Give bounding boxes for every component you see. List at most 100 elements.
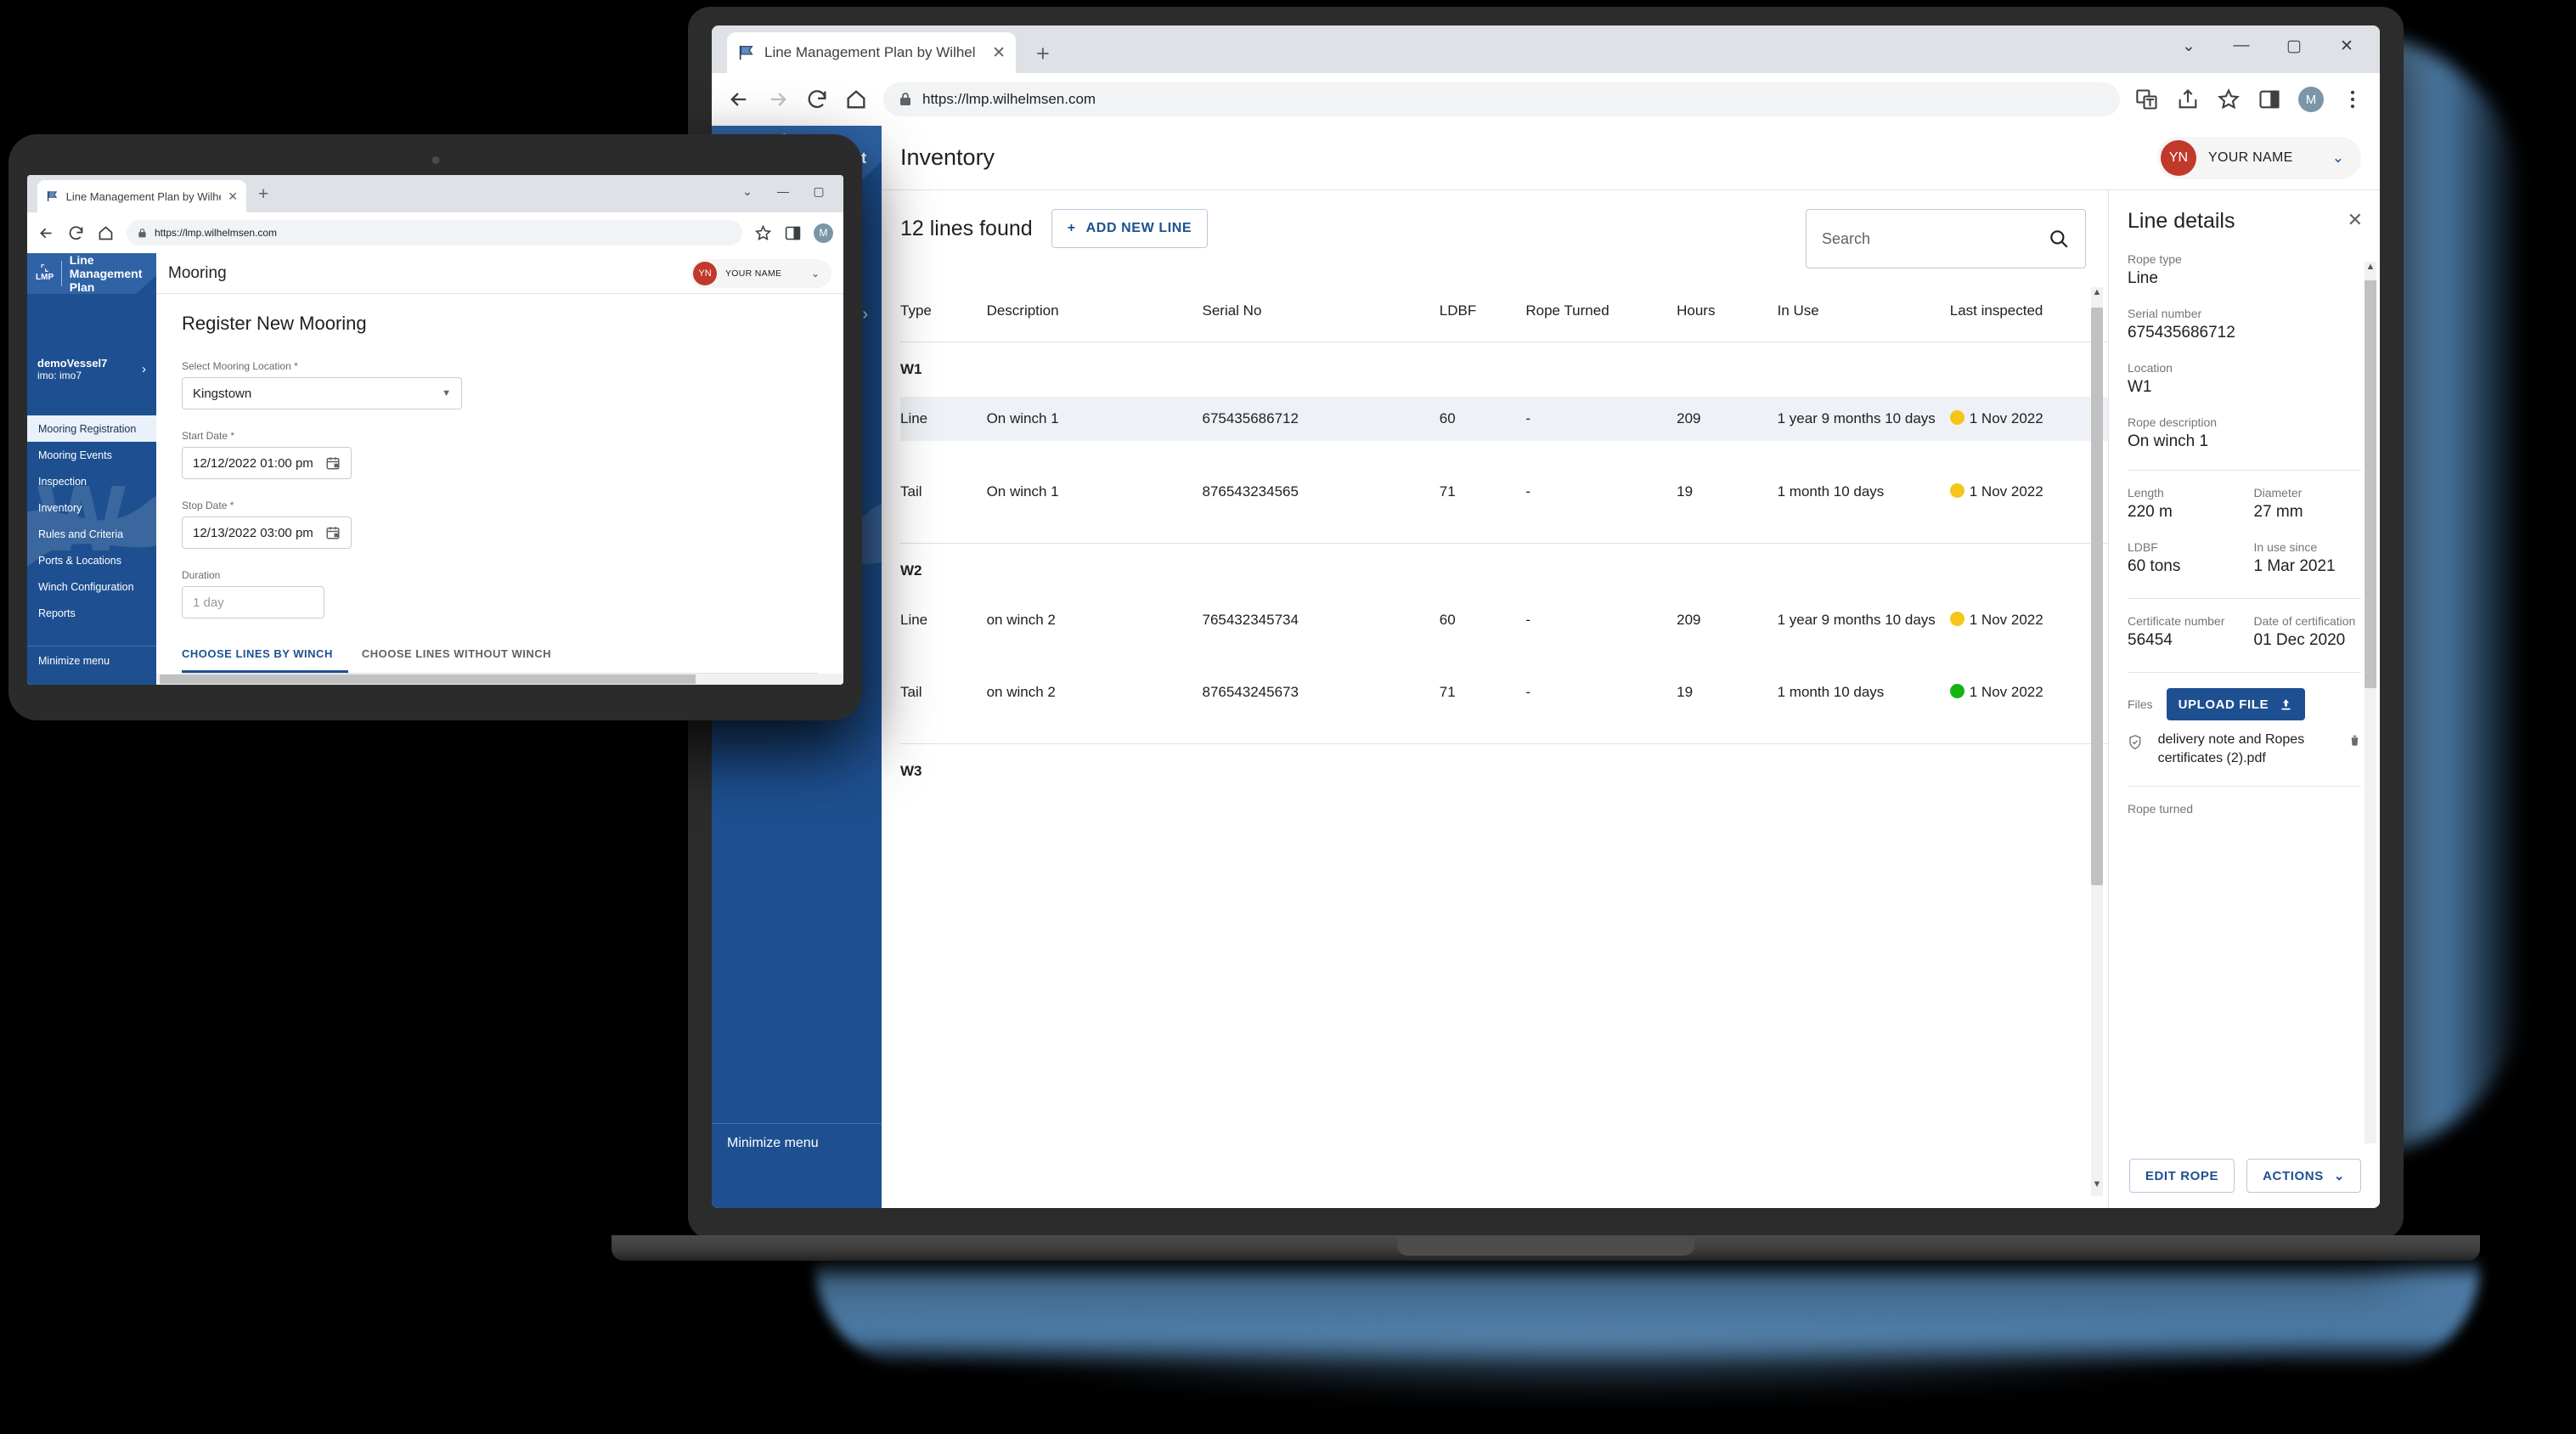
table-row[interactable]: Line On winch 1 675435686712 60 - 209 1 …	[900, 397, 2108, 441]
share-icon[interactable]	[2176, 88, 2200, 111]
user-menu[interactable]: YN YOUR NAME ⌄	[691, 258, 831, 288]
col-description: Description	[986, 302, 1059, 319]
details-scrollbar[interactable]: ▲ ▼	[2365, 262, 2376, 1194]
minimize-menu-button[interactable]: Minimize menu	[712, 1123, 882, 1162]
window-more-icon[interactable]: ⌄	[730, 184, 765, 199]
tab-choose-lines-without-winch[interactable]: CHOOSE LINES WITHOUT WINCH	[348, 639, 563, 673]
scroll-up-arrow-icon[interactable]: ▲	[2365, 262, 2376, 277]
window-more-icon[interactable]: ⌄	[2162, 37, 2215, 56]
scrollbar-thumb[interactable]	[2365, 280, 2376, 688]
bookmark-star-icon[interactable]	[2217, 88, 2241, 111]
close-icon[interactable]: ✕	[2348, 209, 2363, 231]
address-bar[interactable]: https://lmp.wilhelmsen.com	[883, 82, 2120, 116]
tablet-sidebar-brand[interactable]: ⌜⌞ LMP Line Management Plan	[27, 253, 156, 294]
laptop-device: Line Management Plan by Wilhel ✕ + ⌄ — ▢…	[612, 7, 2480, 1261]
tablet-horizontal-scrollbar[interactable]	[156, 674, 843, 685]
user-menu[interactable]: YN YOUR NAME ⌄	[2157, 136, 2361, 179]
calendar-icon[interactable]	[325, 525, 341, 540]
certification-date-label: Date of certification	[2253, 614, 2356, 628]
table-row[interactable]: Line on winch 2 765432345734 60 - 209 1 …	[900, 598, 2108, 642]
cell-description: On winch 1	[986, 410, 1059, 426]
divider	[2128, 470, 2361, 471]
status-badge	[1949, 684, 1964, 699]
add-new-line-button[interactable]: + ADD NEW LINE	[1051, 209, 1209, 248]
start-date-input[interactable]: 12/12/2022 01:00 pm	[182, 447, 352, 479]
window-maximize-icon[interactable]: ▢	[801, 184, 837, 199]
tablet-browser-tab[interactable]: Line Management Plan by Wilhe ✕	[37, 180, 246, 212]
browser-omnibar: https://lmp.wilhelmsen.com M	[712, 73, 2380, 126]
window-minimize-icon[interactable]: —	[2215, 37, 2268, 55]
certificate-row: Certificate number 56454 Date of certifi…	[2128, 614, 2361, 669]
mooring-location-label: Select Mooring Location *	[182, 360, 298, 372]
tab-close-icon[interactable]: ✕	[228, 189, 238, 204]
tablet-address-bar[interactable]: https://lmp.wilhelmsen.com	[127, 220, 742, 246]
minimize-menu-button[interactable]: Minimize menu	[27, 646, 156, 675]
new-tab-button[interactable]: +	[1036, 41, 1050, 67]
chrome-menu-icon[interactable]	[2341, 88, 2365, 111]
details-title: Line details	[2128, 209, 2235, 233]
line-selection-tabs: CHOOSE LINES BY WINCH CHOOSE LINES WITHO…	[182, 639, 818, 674]
edit-rope-button[interactable]: EDIT ROPE	[2128, 1159, 2235, 1193]
reload-icon[interactable]	[67, 224, 85, 242]
col-serial-no: Serial No	[1202, 302, 1262, 319]
window-close-icon[interactable]: ✕	[2320, 37, 2373, 56]
window-controls: ⌄ — ▢ ✕	[2162, 25, 2373, 66]
scroll-up-arrow-icon[interactable]: ▲	[2091, 287, 2103, 304]
reload-icon[interactable]	[805, 88, 829, 111]
cell-type: Tail	[900, 684, 922, 701]
lock-icon	[900, 93, 910, 105]
table-row[interactable]: Tail on winch 2 876543245673 71 - 19 1 m…	[900, 642, 2108, 744]
back-icon[interactable]	[727, 88, 751, 111]
translate-icon[interactable]	[2135, 88, 2159, 111]
add-new-line-label: ADD NEW LINE	[1085, 221, 1192, 235]
col-rope-turned: Rope Turned	[1525, 302, 1609, 319]
home-icon[interactable]	[97, 224, 115, 242]
side-panel-icon[interactable]	[2258, 88, 2281, 111]
back-icon[interactable]	[37, 224, 55, 242]
file-list-item[interactable]: delivery note and Ropes certificates (2)…	[2128, 720, 2361, 767]
stop-date-label: Stop Date *	[182, 500, 234, 511]
actions-button[interactable]: ACTIONS ⌄	[2246, 1159, 2361, 1193]
browser-profile-avatar[interactable]: M	[814, 223, 833, 243]
tablet-sidebar: ⌜⌞ LMP Line Management Plan W demoVessel7…	[27, 253, 156, 685]
browser-profile-avatar[interactable]: M	[2298, 87, 2324, 112]
home-icon[interactable]	[844, 88, 868, 111]
window-maximize-icon[interactable]: ▢	[2268, 37, 2320, 56]
delete-icon[interactable]	[2348, 731, 2361, 751]
search-box[interactable]	[1806, 209, 2086, 268]
tab-close-icon[interactable]: ✕	[992, 43, 1006, 63]
serial-number-label: Serial number	[2128, 307, 2202, 320]
calendar-icon[interactable]	[325, 455, 341, 471]
rope-turned-label: Rope turned	[2128, 802, 2194, 816]
tab-choose-lines-by-winch[interactable]: CHOOSE LINES BY WINCH	[182, 639, 348, 673]
tablet-vessel-selector[interactable]: demoVessel7 imo: imo7 ›	[27, 357, 156, 381]
scroll-down-arrow-icon[interactable]: ▼	[2091, 1179, 2103, 1196]
in-use-since-label: In use since	[2253, 540, 2318, 554]
forward-icon[interactable]	[766, 88, 790, 111]
new-tab-button[interactable]: +	[258, 184, 268, 205]
stop-date-input[interactable]: 12/13/2022 03:00 pm	[182, 517, 352, 549]
window-minimize-icon[interactable]: —	[765, 184, 801, 198]
table-scrollbar[interactable]: ▲ ▼	[2091, 287, 2103, 1196]
certification-date-value: 01 Dec 2020	[2253, 631, 2346, 649]
mooring-location-select[interactable]: Kingstown ▼	[182, 377, 462, 409]
scrollbar-thumb[interactable]	[160, 675, 696, 684]
upload-file-button[interactable]: UPLOAD FILE	[2166, 688, 2306, 720]
browser-tab[interactable]: Line Management Plan by Wilhel ✕	[727, 32, 1016, 73]
scrollbar-thumb[interactable]	[2091, 308, 2103, 885]
cell-last-inspected: 1 Nov 2022	[1949, 397, 2108, 441]
vessel-imo: imo: imo7	[37, 370, 82, 381]
search-input[interactable]	[1822, 229, 2039, 248]
bookmark-star-icon[interactable]	[754, 224, 772, 242]
rope-type-label: Rope type	[2128, 252, 2182, 266]
app-header: Inventory YN YOUR NAME ⌄	[882, 126, 2380, 190]
cell-serial: 876543245673	[1202, 684, 1299, 701]
side-panel-icon[interactable]	[784, 224, 802, 242]
line-details-panel: Line details ✕ Rope type Line Serial num…	[2108, 190, 2380, 1208]
search-icon[interactable]	[2048, 228, 2070, 250]
lmp-application: ⌜⌞ LMP Line Management Plan W demoVessel…	[712, 126, 2380, 1208]
table-row[interactable]: Tail On winch 1 876543234565 71 - 19 1 m…	[900, 441, 2108, 543]
chevron-down-icon: ⌄	[2333, 1169, 2345, 1183]
divider	[2128, 786, 2361, 788]
actions-label: ACTIONS	[2263, 1168, 2324, 1183]
